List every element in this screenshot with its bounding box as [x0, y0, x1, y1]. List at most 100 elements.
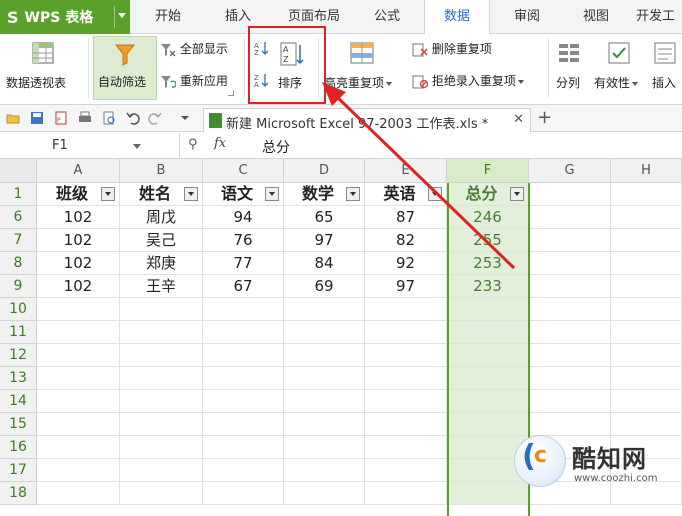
- cell-f1[interactable]: 总分: [447, 183, 529, 206]
- column-header-f[interactable]: F: [447, 159, 529, 183]
- cell-a13[interactable]: [37, 367, 120, 390]
- save-icon[interactable]: [30, 111, 44, 125]
- insert-dropdown-button[interactable]: 插入: [650, 36, 682, 98]
- cell-g9[interactable]: [529, 275, 611, 298]
- row-header-17[interactable]: 17: [0, 459, 37, 482]
- cell-d10[interactable]: [284, 298, 365, 321]
- column-header-e[interactable]: E: [365, 159, 447, 183]
- cell-h11[interactable]: [611, 321, 682, 344]
- print-icon[interactable]: [78, 111, 92, 125]
- cell-g13[interactable]: [529, 367, 611, 390]
- customize-toolbar-chevron-icon[interactable]: [178, 111, 192, 125]
- cell-b8[interactable]: 郑庚: [120, 252, 203, 275]
- highlight-duplicates-button[interactable]: 高亮重复项: [322, 36, 404, 98]
- cell-c17[interactable]: [203, 459, 284, 482]
- cell-b17[interactable]: [120, 459, 203, 482]
- export-pdf-icon[interactable]: P: [54, 111, 68, 125]
- cell-a9[interactable]: 102: [37, 275, 120, 298]
- cell-f9[interactable]: 233: [447, 275, 529, 298]
- cell-e9[interactable]: 97: [365, 275, 447, 298]
- filter-group-launcher-icon[interactable]: [228, 90, 234, 96]
- chevron-down-icon[interactable]: [133, 144, 141, 149]
- redo-icon[interactable]: [148, 111, 162, 125]
- cell-b12[interactable]: [120, 344, 203, 367]
- print-preview-icon[interactable]: [102, 111, 116, 125]
- cell-e17[interactable]: [365, 459, 447, 482]
- tab-data[interactable]: 数据: [424, 0, 490, 35]
- pivot-table-button[interactable]: 数据透视表: [4, 36, 84, 100]
- cell-g7[interactable]: [529, 229, 611, 252]
- search-function-icon[interactable]: ⚲: [188, 137, 198, 152]
- tab-developer[interactable]: 开发工: [636, 0, 682, 34]
- cell-g14[interactable]: [529, 390, 611, 413]
- cell-c16[interactable]: [203, 436, 284, 459]
- cell-g8[interactable]: [529, 252, 611, 275]
- cell-a18[interactable]: [37, 482, 120, 505]
- cell-d13[interactable]: [284, 367, 365, 390]
- cell-h1[interactable]: [611, 183, 682, 206]
- cell-c12[interactable]: [203, 344, 284, 367]
- cell-d1[interactable]: 数学: [284, 183, 365, 206]
- row-header-18[interactable]: 18: [0, 482, 37, 505]
- cell-c13[interactable]: [203, 367, 284, 390]
- cell-d8[interactable]: 84: [284, 252, 365, 275]
- column-header-c[interactable]: C: [203, 159, 284, 183]
- cell-b1[interactable]: 姓名: [120, 183, 203, 206]
- filter-dropdown-icon[interactable]: [265, 187, 279, 201]
- cell-f8[interactable]: 253: [447, 252, 529, 275]
- cell-d14[interactable]: [284, 390, 365, 413]
- cell-e1[interactable]: 英语: [365, 183, 447, 206]
- select-all-corner[interactable]: [0, 159, 37, 183]
- row-header-1[interactable]: 1: [0, 183, 37, 206]
- row-header-11[interactable]: 11: [0, 321, 37, 344]
- filter-dropdown-icon[interactable]: [184, 187, 198, 201]
- cell-d12[interactable]: [284, 344, 365, 367]
- name-box[interactable]: F1: [0, 133, 180, 158]
- data-validity-button[interactable]: 有效性: [592, 36, 646, 98]
- cell-f11[interactable]: [447, 321, 529, 344]
- cell-c7[interactable]: 76: [203, 229, 284, 252]
- cell-g11[interactable]: [529, 321, 611, 344]
- cell-b7[interactable]: 吴己: [120, 229, 203, 252]
- cell-e15[interactable]: [365, 413, 447, 436]
- cell-h13[interactable]: [611, 367, 682, 390]
- cell-a17[interactable]: [37, 459, 120, 482]
- remove-duplicates-button[interactable]: 删除重复项: [412, 40, 492, 58]
- tab-view[interactable]: 视图: [568, 0, 624, 34]
- cell-h7[interactable]: [611, 229, 682, 252]
- cell-b14[interactable]: [120, 390, 203, 413]
- cell-a11[interactable]: [37, 321, 120, 344]
- show-all-button[interactable]: 全部显示: [160, 40, 228, 58]
- cell-e8[interactable]: 92: [365, 252, 447, 275]
- row-header-7[interactable]: 7: [0, 229, 37, 252]
- cell-c14[interactable]: [203, 390, 284, 413]
- column-header-d[interactable]: D: [284, 159, 365, 183]
- cell-a8[interactable]: 102: [37, 252, 120, 275]
- close-tab-icon[interactable]: ✕: [513, 112, 524, 127]
- open-folder-icon[interactable]: [6, 111, 20, 125]
- cell-b6[interactable]: 周戊: [120, 206, 203, 229]
- row-header-12[interactable]: 12: [0, 344, 37, 367]
- cell-a14[interactable]: [37, 390, 120, 413]
- cell-b13[interactable]: [120, 367, 203, 390]
- cell-h6[interactable]: [611, 206, 682, 229]
- reapply-button[interactable]: 重新应用: [160, 72, 228, 90]
- cell-f14[interactable]: [447, 390, 529, 413]
- cell-h14[interactable]: [611, 390, 682, 413]
- insert-function-button[interactable]: fx: [214, 136, 226, 151]
- cell-a1[interactable]: 班级: [37, 183, 120, 206]
- cell-e18[interactable]: [365, 482, 447, 505]
- split-column-button[interactable]: 分列: [552, 36, 588, 98]
- row-header-6[interactable]: 6: [0, 206, 37, 229]
- cell-f6[interactable]: 246: [447, 206, 529, 229]
- cell-c18[interactable]: [203, 482, 284, 505]
- cell-e11[interactable]: [365, 321, 447, 344]
- row-header-15[interactable]: 15: [0, 413, 37, 436]
- row-header-9[interactable]: 9: [0, 275, 37, 298]
- cell-d18[interactable]: [284, 482, 365, 505]
- cell-a6[interactable]: 102: [37, 206, 120, 229]
- row-header-8[interactable]: 8: [0, 252, 37, 275]
- cell-a12[interactable]: [37, 344, 120, 367]
- cell-b11[interactable]: [120, 321, 203, 344]
- cell-g12[interactable]: [529, 344, 611, 367]
